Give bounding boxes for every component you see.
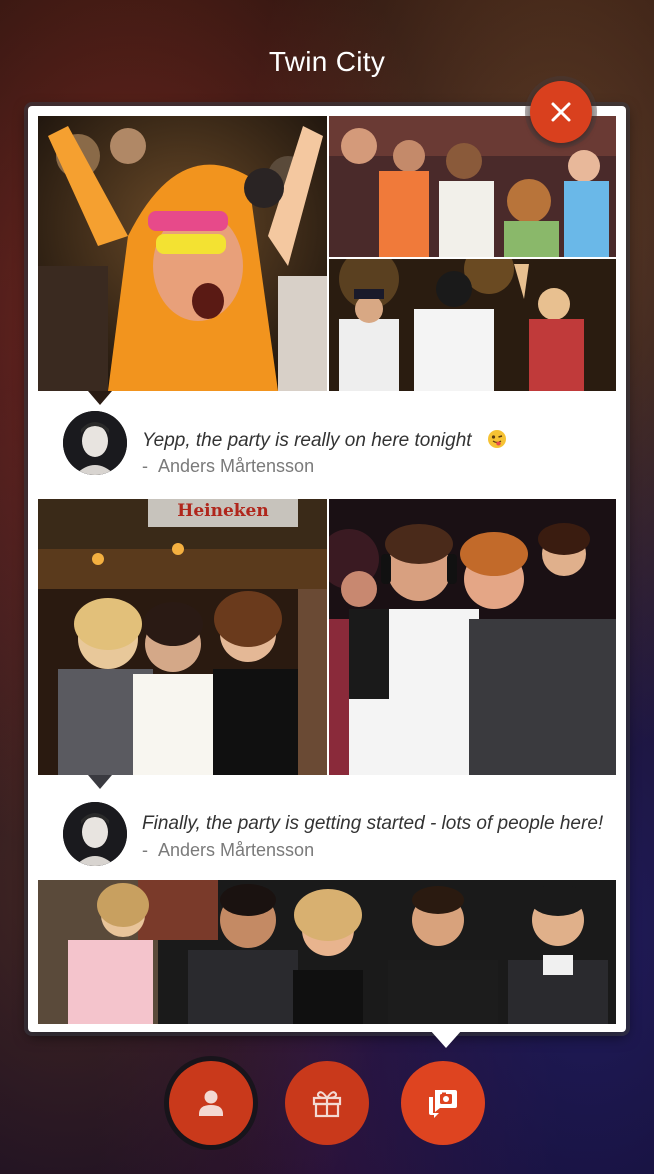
author-avatar[interactable] <box>63 802 127 866</box>
party-photo-headphones[interactable] <box>329 499 616 775</box>
post-caption: Finally, the party is getting started - … <box>38 775 616 883</box>
caption-author: - Anders Mårtensson <box>142 840 314 861</box>
party-photo-celebrities[interactable] <box>38 880 616 1024</box>
photo-feed-card: Yepp, the party is really on here tonigh… <box>28 106 626 1032</box>
caption-text: Yepp, the party is really on here tonigh… <box>142 429 507 452</box>
post-caption: Yepp, the party is really on here tonigh… <box>38 391 616 499</box>
caption-author: - Anders Mårtensson <box>142 456 314 477</box>
caption-message: Yepp, the party is really on here tonigh… <box>142 430 472 451</box>
gift-icon <box>312 1091 342 1118</box>
app-screen: Twin City Yepp, the party is really on h… <box>0 0 654 1174</box>
profile-button[interactable] <box>169 1061 253 1145</box>
venue-title: Twin City <box>268 46 386 77</box>
heineken-banner-text: Heineken <box>177 501 269 521</box>
author-name[interactable]: Anders Mårtensson <box>158 456 314 476</box>
author-prefix: - <box>142 840 148 860</box>
party-photo-dancer[interactable] <box>38 116 327 391</box>
caption-pointer <box>88 391 112 405</box>
photos-button[interactable] <box>401 1061 485 1145</box>
party-photo-street[interactable] <box>329 259 616 391</box>
active-tab-pointer <box>430 1030 462 1048</box>
photo-chat-icon <box>429 1090 457 1118</box>
author-prefix: - <box>142 456 148 476</box>
person-icon <box>199 1090 223 1116</box>
gifts-button[interactable] <box>285 1061 369 1145</box>
author-name[interactable]: Anders Mårtensson <box>158 840 314 860</box>
close-icon <box>551 102 571 122</box>
close-button[interactable] <box>530 81 592 143</box>
photo-feed[interactable]: Yepp, the party is really on here tonigh… <box>38 116 616 1024</box>
author-avatar[interactable] <box>63 411 127 475</box>
caption-pointer <box>88 775 112 789</box>
party-photo-group-women[interactable]: Heineken <box>38 499 327 775</box>
winking-tongue-face-icon <box>487 429 507 449</box>
caption-message: Finally, the party is getting started - … <box>142 813 604 834</box>
